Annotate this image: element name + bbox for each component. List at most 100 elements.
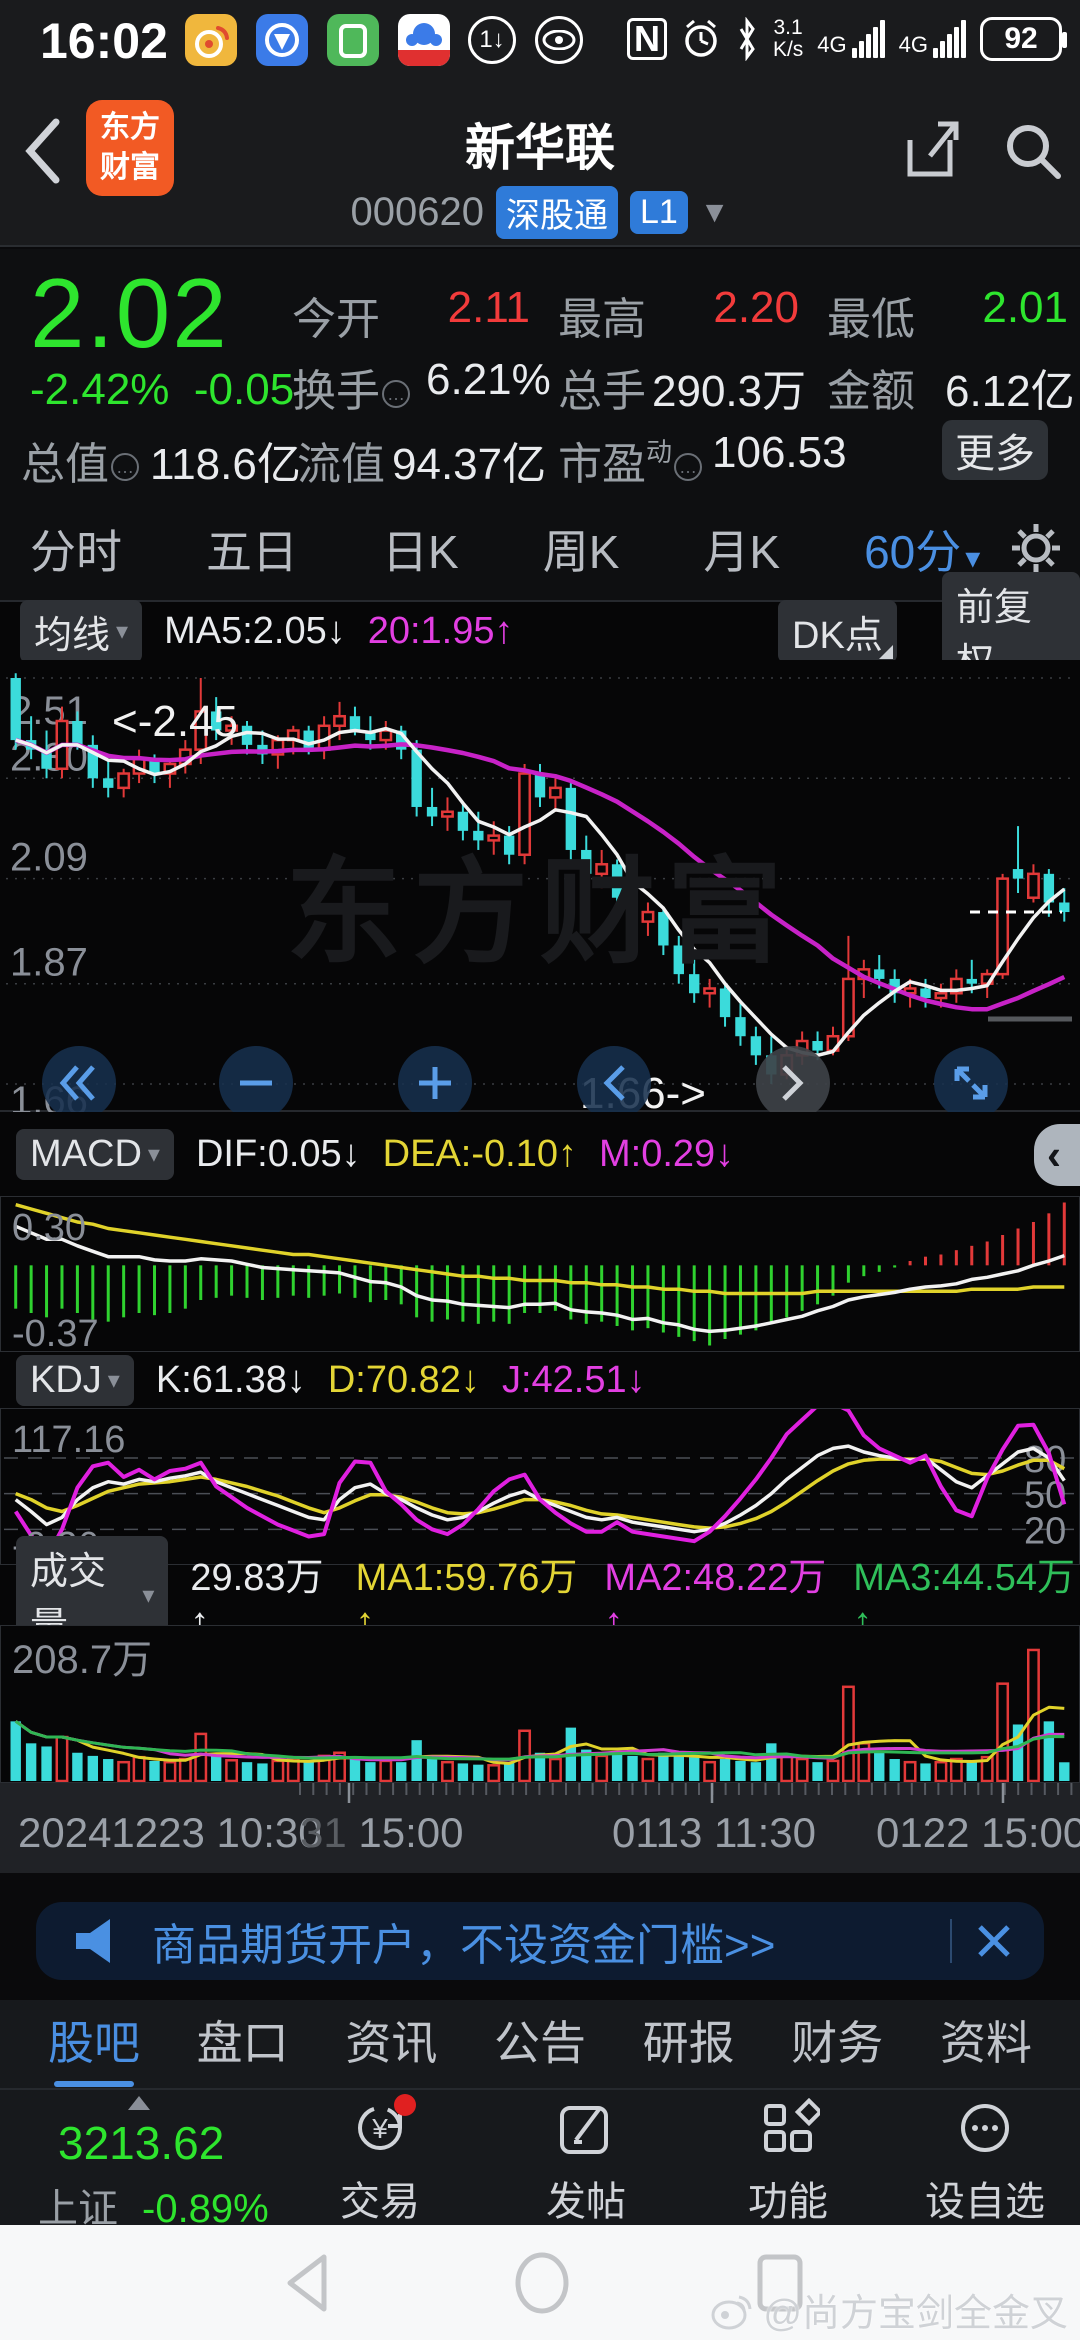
scroll-left-fast-button[interactable]	[42, 1046, 116, 1120]
svg-text:1.87: 1.87	[10, 941, 88, 985]
more-button[interactable]: 更多	[942, 420, 1048, 480]
bottom-action-bar: 3213.62 上证-0.89% ¥ 交易 发帖 功能 设自选	[0, 2088, 1080, 2225]
content-tab-研报[interactable]: 研报	[643, 2007, 735, 2081]
nav-back-icon[interactable]	[280, 2253, 336, 2313]
fullscreen-button[interactable]	[934, 1046, 1008, 1120]
svg-text:¥: ¥	[371, 2113, 388, 2144]
content-tab-资料[interactable]: 资料	[940, 2007, 1032, 2081]
weibo-watermark-icon	[709, 2289, 755, 2331]
functions-button[interactable]: 功能	[728, 2098, 848, 2227]
ma20-value: 20:1.95↑	[368, 610, 514, 653]
dk-point-button[interactable]: DK点	[778, 600, 897, 663]
speed-mode-icon: 1↓	[468, 16, 516, 64]
gear-icon[interactable]	[1008, 520, 1064, 576]
promo-banner[interactable]: 商品期货开户，不设资金门槛>>	[36, 1902, 1044, 1980]
green-app-icon	[327, 14, 379, 66]
app-screen: 16:02 1↓ N 3.1K/s 4G 4G 92 东方财富 新华	[0, 0, 1080, 2340]
macd-dropdown-button[interactable]: MACD▾	[16, 1129, 174, 1180]
banner-divider	[950, 1919, 952, 1963]
period-tab-月K[interactable]: 月K	[703, 516, 780, 582]
trade-button[interactable]: ¥ 交易	[320, 2098, 440, 2227]
fcap-label: 流值	[297, 428, 385, 492]
m-value: M:0.29↓	[599, 1133, 734, 1176]
open-label: 今开	[292, 283, 380, 347]
content-tab-盘口[interactable]: 盘口	[197, 2007, 289, 2081]
weibo-app-icon	[185, 14, 237, 66]
period-tab-分时[interactable]: 分时	[30, 516, 122, 582]
collapse-panel-handle[interactable]: ‹	[1034, 1124, 1080, 1186]
content-tab-财务[interactable]: 财务	[791, 2007, 883, 2081]
zoom-out-button[interactable]	[219, 1046, 293, 1120]
fcap-value: 94.37亿	[392, 428, 546, 492]
time-label: 0113 11:30	[612, 1809, 816, 1857]
svg-text:<-2.45: <-2.45	[112, 697, 238, 746]
signal-2-icon: 4G	[899, 20, 966, 58]
last-price: 2.02	[30, 257, 229, 370]
price-change: -2.42% -0.05	[30, 365, 294, 415]
open-value: 2.11	[448, 283, 530, 333]
ma-settings-row: 均线▾ MA5:2.05↓ 20:1.95↑ DK点 前复权	[0, 602, 1080, 660]
svg-text:2.09: 2.09	[10, 836, 88, 880]
volume-label: 总手	[558, 355, 646, 419]
title-bar: 东方财富 新华联 000620 深股通 L1 ▼	[0, 78, 1080, 247]
high-label: 最高	[558, 283, 646, 347]
share-icon[interactable]	[900, 118, 964, 182]
time-label: 20241223 10:30	[18, 1809, 322, 1857]
volume-panel[interactable]: 208.7万	[0, 1625, 1080, 1783]
banner-text[interactable]: 商品期货开户，不设资金门槛>>	[152, 1909, 950, 1973]
blue-app-icon	[256, 14, 308, 66]
post-icon	[554, 2098, 618, 2158]
period-tab-周K[interactable]: 周K	[543, 516, 620, 582]
macd-panel[interactable]: 0.30 -0.37	[0, 1196, 1080, 1352]
index-value[interactable]: 3213.62	[58, 2116, 224, 2170]
period-tabs: 分时五日日K周K月K60分▾	[0, 497, 1080, 602]
functions-icon	[756, 2098, 820, 2158]
chevron-down-icon[interactable]: ▼	[700, 196, 730, 230]
high-value: 2.20	[713, 283, 799, 333]
nav-home-icon[interactable]	[512, 2251, 572, 2315]
svg-text:208.7万: 208.7万	[12, 1638, 152, 1682]
watermark-text: @尚方宝剑全金叉	[763, 2282, 1068, 2337]
scroll-left-button[interactable]	[577, 1046, 651, 1120]
period-tab-日K[interactable]: 日K	[382, 516, 459, 582]
content-tab-股吧[interactable]: 股吧	[48, 2007, 140, 2081]
period-tab-五日[interactable]: 五日	[206, 516, 298, 582]
volume-value: 290.3万	[652, 355, 806, 419]
kdj-dropdown-button[interactable]: KDJ▾	[16, 1355, 134, 1406]
volume-header: 成交量▾ 29.83万↑ MA1:59.76万↑ MA2:48.22万↑ MA3…	[0, 1565, 1080, 1625]
candlestick-chart[interactable]: 东方财富 2.512.302.091.871.66<-2.451.66->	[0, 660, 1080, 1112]
clock: 16:02	[40, 12, 168, 70]
d-value: D:70.82↓	[328, 1359, 480, 1402]
zoom-in-button[interactable]	[398, 1046, 472, 1120]
dif-value: DIF:0.05↓	[196, 1133, 361, 1176]
scroll-right-button[interactable]	[756, 1046, 830, 1120]
post-button[interactable]: 发帖	[526, 2098, 646, 2227]
ma-dropdown-button[interactable]: 均线▾	[20, 600, 142, 663]
content-tab-资讯[interactable]: 资讯	[345, 2007, 437, 2081]
eye-protect-icon	[535, 16, 583, 64]
time-label: 31 15:00	[300, 1809, 464, 1857]
baidu-app-icon	[398, 14, 450, 66]
kdj-header: KDJ▾ K:61.38↓ D:70.82↓ J:42.51↓	[0, 1352, 1080, 1408]
nfc-icon: N	[627, 18, 667, 60]
watermark: @尚方宝剑全金叉	[709, 2282, 1068, 2337]
svg-text:0.30: 0.30	[12, 1207, 86, 1249]
amount-value: 6.12亿	[945, 355, 1075, 419]
content-tab-公告[interactable]: 公告	[494, 2007, 586, 2081]
dea-value: DEA:-0.10↑	[383, 1133, 577, 1176]
watchlist-icon	[953, 2098, 1017, 2158]
alarm-icon	[681, 17, 721, 61]
info-icon: …	[111, 453, 139, 481]
svg-text:-0.37: -0.37	[12, 1313, 99, 1352]
close-icon[interactable]	[974, 1921, 1014, 1961]
mcap-label: 总值…	[21, 428, 139, 492]
mcap-value: 118.6亿	[150, 428, 301, 492]
index-expand-icon[interactable]	[128, 2096, 150, 2110]
market-badge: 深股通	[496, 186, 618, 239]
time-axis: 20241223 10:3031 15:000113 11:300122 15:…	[0, 1783, 1080, 1873]
turnover-label: 换手…	[292, 355, 410, 419]
k-value: K:61.38↓	[156, 1359, 306, 1402]
ma5-value: MA5:2.05↓	[164, 610, 346, 653]
add-watchlist-button[interactable]: 设自选	[925, 2098, 1045, 2227]
search-icon[interactable]	[1000, 118, 1064, 182]
